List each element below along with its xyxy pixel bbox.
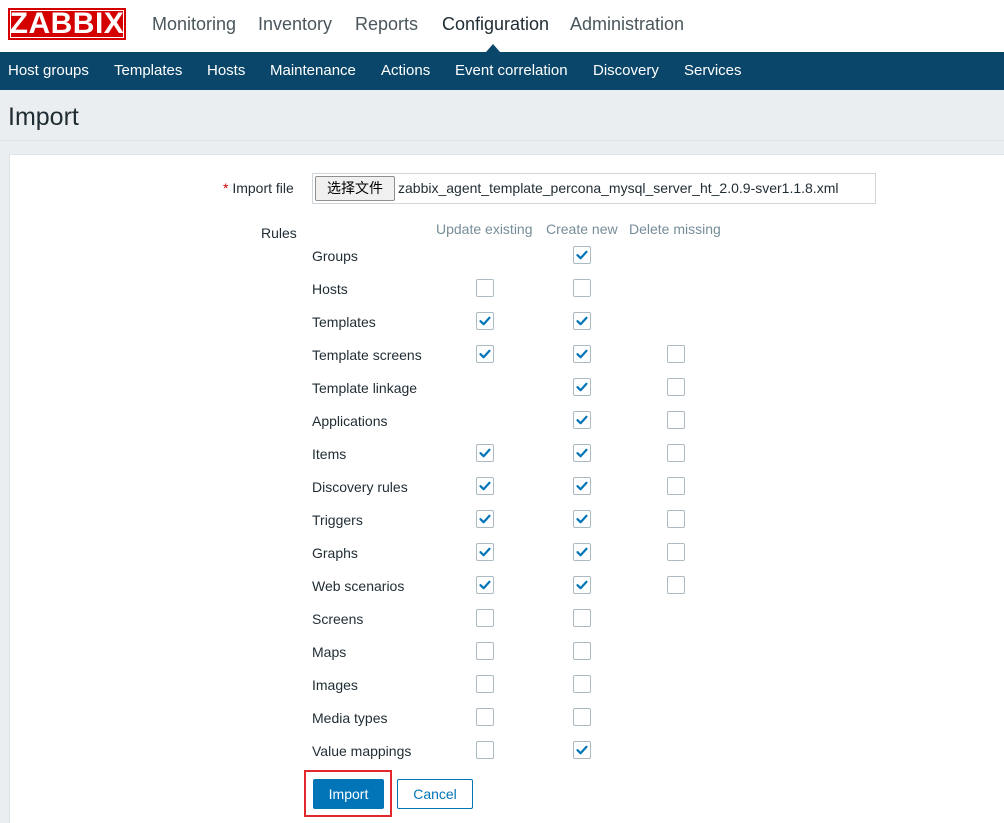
sub-menu: Host groups Templates Hosts Maintenance … [0,52,1004,90]
rule-label-screens: Screens [312,611,364,627]
checkbox-delete-template-linkage[interactable] [667,378,685,396]
sub-menu-item-maintenance[interactable]: Maintenance [270,62,356,79]
cancel-button[interactable]: Cancel [397,779,473,809]
logo-text: ZABBIX [9,7,125,40]
sub-menu-item-services[interactable]: Services [684,62,742,79]
checkbox-update-discovery-rules[interactable] [476,477,494,495]
checkbox-update-graphs[interactable] [476,543,494,561]
checkbox-update-hosts[interactable] [476,279,494,297]
sub-menu-item-actions[interactable]: Actions [381,62,430,79]
checkbox-create-template-linkage[interactable] [573,378,591,396]
checkbox-create-applications[interactable] [573,411,591,429]
checkbox-update-media-types[interactable] [476,708,494,726]
sub-menu-item-hosts[interactable]: Hosts [207,62,245,79]
rule-label-template-linkage: Template linkage [312,380,418,396]
import-file-input[interactable]: 选择文件 zabbix_agent_template_percona_mysql… [312,173,876,204]
main-menu-item-inventory[interactable]: Inventory [258,14,332,35]
checkbox-create-value-mappings[interactable] [573,741,591,759]
required-mark: * [223,180,229,196]
checkbox-delete-web-scenarios[interactable] [667,576,685,594]
choose-file-button[interactable]: 选择文件 [315,176,395,201]
sub-menu-item-event-correlation[interactable]: Event correlation [455,62,568,79]
zabbix-logo[interactable]: ZABBIX [8,8,126,40]
checkbox-create-triggers[interactable] [573,510,591,528]
main-menu-item-administration[interactable]: Administration [570,14,684,35]
title-divider [0,140,1004,141]
column-header-delete-missing: Delete missing [629,221,721,237]
checkbox-create-web-scenarios[interactable] [573,576,591,594]
rule-label-template-screens: Template screens [312,347,422,363]
rule-label-templates: Templates [312,314,376,330]
sub-menu-item-discovery[interactable]: Discovery [593,62,659,79]
sub-menu-item-templates[interactable]: Templates [114,62,182,79]
rule-label-media-types: Media types [312,710,388,726]
checkbox-update-maps[interactable] [476,642,494,660]
rules-label: Rules [261,225,297,241]
checkbox-create-discovery-rules[interactable] [573,477,591,495]
checkbox-create-media-types[interactable] [573,708,591,726]
rule-label-applications: Applications [312,413,388,429]
column-header-update-existing: Update existing [436,221,533,237]
checkbox-create-images[interactable] [573,675,591,693]
checkbox-update-value-mappings[interactable] [476,741,494,759]
main-menu-item-reports[interactable]: Reports [355,14,418,35]
checkbox-update-images[interactable] [476,675,494,693]
checkbox-create-template-screens[interactable] [573,345,591,363]
rule-label-maps: Maps [312,644,347,660]
selected-file-name: zabbix_agent_template_percona_mysql_serv… [398,180,839,196]
checkbox-update-templates[interactable] [476,312,494,330]
top-bar: ZABBIX Monitoring Inventory Reports Conf… [0,0,1004,52]
checkbox-update-triggers[interactable] [476,510,494,528]
rule-label-graphs: Graphs [312,545,358,561]
active-menu-caret [486,44,500,52]
checkbox-create-items[interactable] [573,444,591,462]
rule-label-value-mappings: Value mappings [312,743,412,759]
main-menu-item-configuration[interactable]: Configuration [442,14,549,35]
rule-label-items: Items [312,446,347,462]
rule-label-web-scenarios: Web scenarios [312,578,405,594]
checkbox-delete-applications[interactable] [667,411,685,429]
checkbox-create-screens[interactable] [573,609,591,627]
checkbox-delete-graphs[interactable] [667,543,685,561]
import-button[interactable]: Import [313,779,384,809]
main-menu-item-monitoring[interactable]: Monitoring [152,14,236,35]
page-title: Import [8,103,79,131]
column-header-create-new: Create new [546,221,618,237]
rule-label-images: Images [312,677,358,693]
checkbox-delete-items[interactable] [667,444,685,462]
rule-label-triggers: Triggers [312,512,363,528]
rule-label-hosts: Hosts [312,281,348,297]
checkbox-create-graphs[interactable] [573,543,591,561]
checkbox-delete-template-screens[interactable] [667,345,685,363]
checkbox-update-items[interactable] [476,444,494,462]
checkbox-create-templates[interactable] [573,312,591,330]
checkbox-create-maps[interactable] [573,642,591,660]
rule-label-discovery-rules: Discovery rules [312,479,408,495]
rule-label-groups: Groups [312,248,358,264]
checkbox-update-screens[interactable] [476,609,494,627]
import-form-panel [9,154,1004,823]
checkbox-delete-triggers[interactable] [667,510,685,528]
checkbox-create-groups[interactable] [573,246,591,264]
sub-menu-item-host-groups[interactable]: Host groups [8,62,89,79]
import-file-label: Import file [232,180,294,196]
checkbox-delete-discovery-rules[interactable] [667,477,685,495]
checkbox-create-hosts[interactable] [573,279,591,297]
checkbox-update-web-scenarios[interactable] [476,576,494,594]
import-file-label-group: * Import file [223,180,294,196]
checkbox-update-template-screens[interactable] [476,345,494,363]
